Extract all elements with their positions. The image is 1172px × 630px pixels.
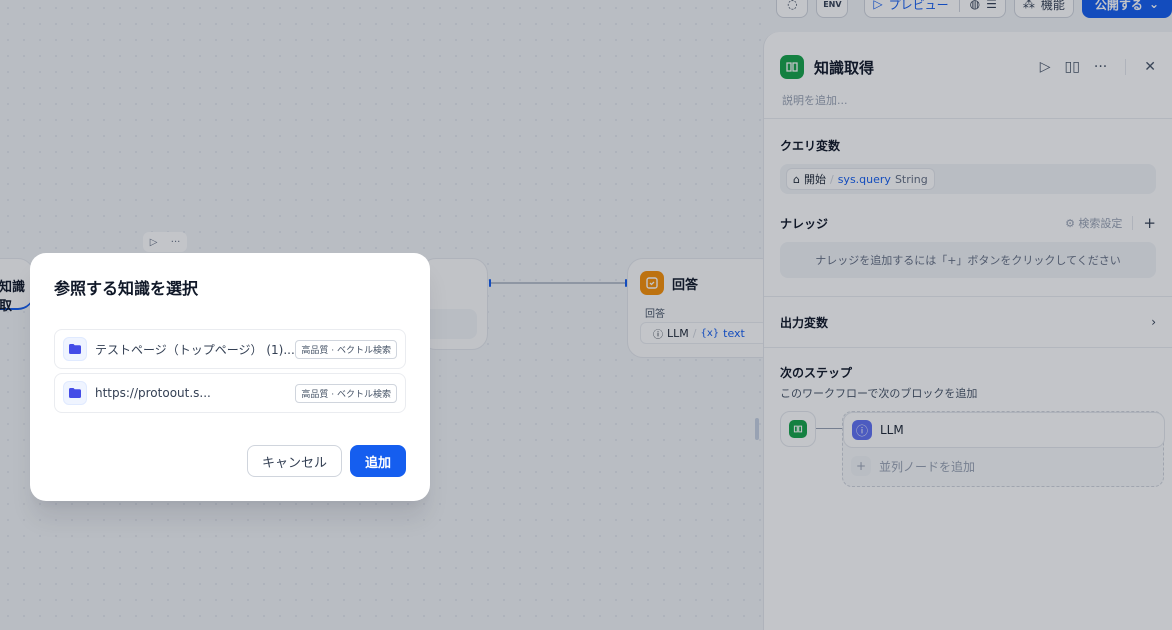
cancel-button[interactable]: キャンセル [246,445,342,477]
folder-icon [63,381,87,405]
knowledge-item[interactable]: https://protoout.s... 高品質 · ベクトル検索 [54,373,406,413]
knowledge-item[interactable]: テストページ（トップページ） (1)... 高品質 · ベクトル検索 [54,329,406,369]
modal-title: 参照する知識を選択 [54,279,199,298]
knowledge-item-name: https://protoout.s... [95,386,211,400]
select-knowledge-modal: 参照する知識を選択 テストページ（トップページ） (1)... 高品質 · ベク… [30,253,430,501]
folder-icon [63,337,87,361]
knowledge-item-name: テストページ（トップページ） (1)... [95,342,295,357]
panel-resize-handle[interactable] [755,418,759,440]
knowledge-item-badge: 高品質 · ベクトル検索 [295,339,397,359]
knowledge-item-badge: 高品質 · ベクトル検索 [295,383,397,403]
add-button[interactable]: 追加 [349,445,406,477]
